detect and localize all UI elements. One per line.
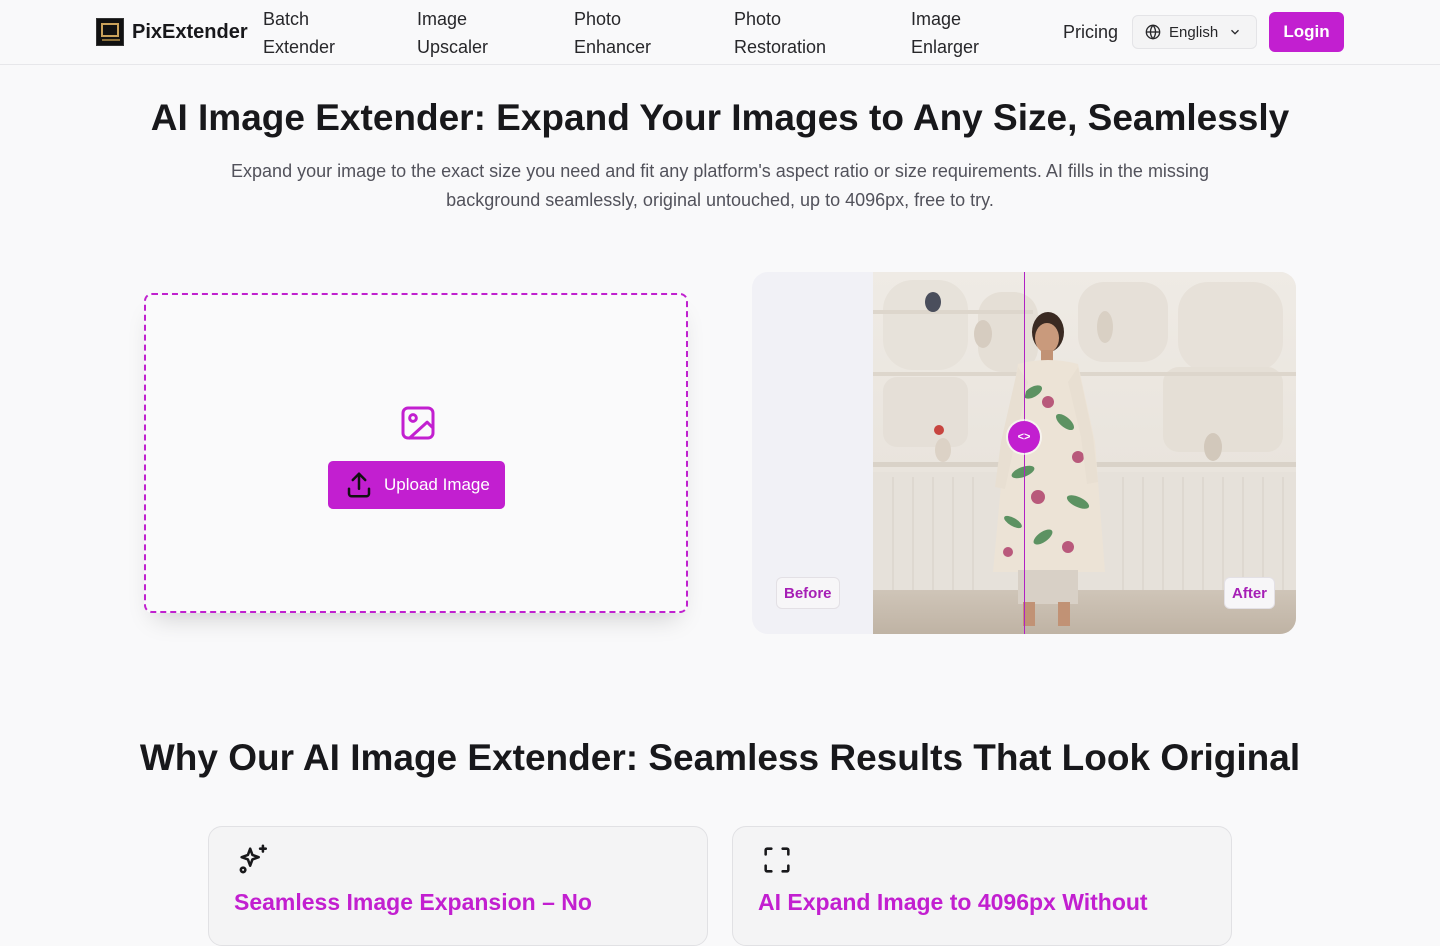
feature-title: AI Expand Image to 4096px Without (758, 889, 1148, 915)
before-label: Before (776, 577, 840, 609)
nav-photo-enhancer[interactable]: Photo Enhancer (574, 5, 651, 61)
brand-name: PixExtender (132, 20, 248, 43)
logo-icon (96, 18, 124, 46)
feature-card-4096px: AI Expand Image to 4096px Without (732, 826, 1232, 946)
login-button[interactable]: Login (1269, 12, 1344, 52)
chevron-down-icon (1231, 29, 1240, 35)
globe-icon (1145, 24, 1161, 40)
page-title: AI Image Extender: Expand Your Images to… (150, 97, 1290, 138)
language-label: English (1169, 23, 1219, 41)
feature-card-seamless-expansion: Seamless Image Expansion – No (208, 826, 708, 946)
page-subtitle: Expand your image to the exact size you … (231, 161, 1209, 210)
nav-photo-restoration[interactable]: Photo Restoration (734, 5, 826, 61)
nav-label-line2: Restoration (734, 37, 827, 57)
language-selector[interactable]: English (1132, 15, 1257, 49)
expand-frame-icon (764, 847, 790, 873)
before-after-comparison[interactable]: <> Before After (752, 272, 1296, 634)
upload-button-label: Upload Image (384, 475, 490, 494)
nav-label-line1: Batch (263, 9, 310, 29)
upload-icon (347, 472, 371, 498)
top-navbar: PixExtender Batch Extender Image Upscale… (0, 0, 1440, 65)
nav-label-line2: Enlarger (911, 37, 980, 57)
nav-image-upscaler[interactable]: Image Upscaler (417, 5, 488, 61)
nav-label-line2: Upscaler (417, 37, 489, 57)
upload-dropzone[interactable]: Upload Image (144, 293, 688, 613)
comparison-divider-line (1024, 272, 1025, 634)
section-title: Why Our AI Image Extender: Seamless Resu… (139, 737, 1301, 778)
upload-image-button[interactable]: Upload Image (328, 461, 505, 509)
brand-logo[interactable]: PixExtender (96, 18, 248, 46)
nav-label-line2: Extender (263, 37, 336, 57)
nav-label-line1: Image (911, 9, 962, 29)
nav-label-line1: Photo (734, 9, 782, 29)
comparison-slider-handle[interactable]: <> (1008, 421, 1040, 453)
nav-batch-extender[interactable]: Batch Extender (263, 5, 335, 61)
feature-title: Seamless Image Expansion – No (234, 889, 592, 915)
nav-label-line2: Enhancer (574, 37, 652, 57)
nav-image-enlarger[interactable]: Image Enlarger (911, 5, 979, 61)
nav-label-line1: Image (417, 9, 468, 29)
nav-label-line1: Photo (574, 9, 622, 29)
image-icon (401, 406, 435, 440)
nav-pricing[interactable]: Pricing (1063, 18, 1118, 46)
sparkles-icon (239, 844, 268, 874)
after-label: After (1224, 577, 1276, 609)
